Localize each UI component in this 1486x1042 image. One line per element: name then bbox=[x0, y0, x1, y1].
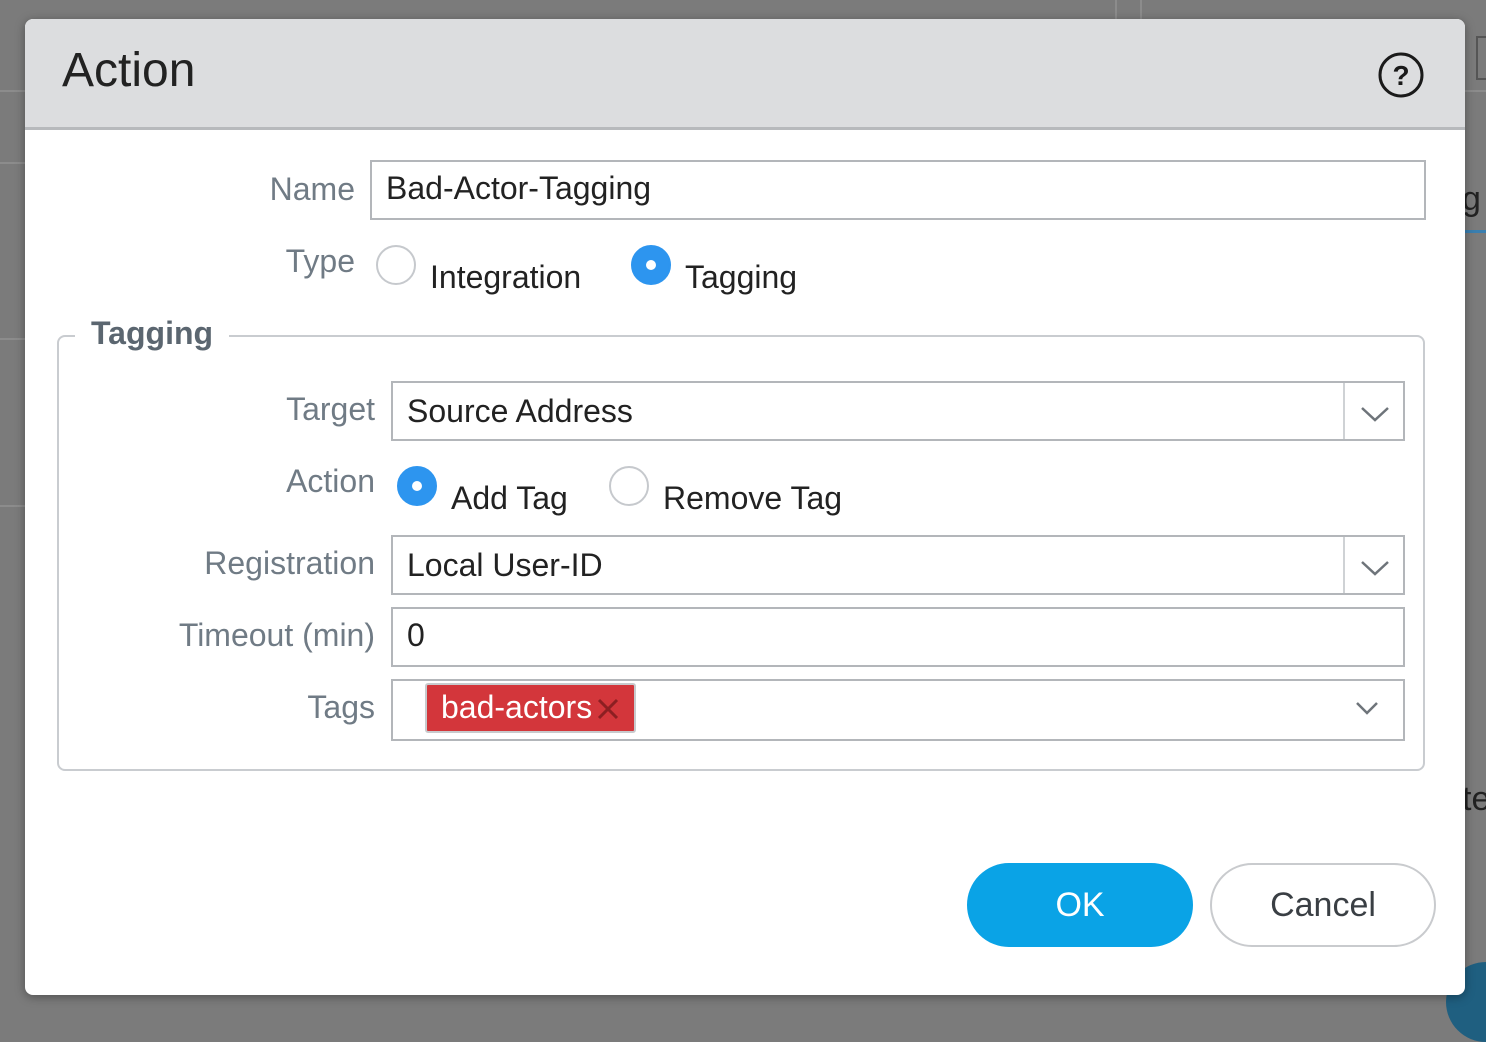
background-divider bbox=[0, 338, 25, 340]
action-dialog: Action ? Name Bad-Actor-Tagging Type Int… bbox=[25, 19, 1465, 995]
chevron-down-icon bbox=[1361, 407, 1389, 422]
action-label: Action bbox=[286, 463, 375, 499]
cancel-button[interactable]: Cancel bbox=[1210, 863, 1436, 947]
tag-chip: bad-actors bbox=[425, 683, 637, 733]
target-select-value: Source Address bbox=[407, 393, 633, 429]
action-add-tag-radio[interactable] bbox=[397, 466, 437, 506]
background-divider bbox=[1465, 90, 1486, 92]
question-circle-icon[interactable]: ? bbox=[1377, 51, 1425, 99]
type-tagging-radio[interactable] bbox=[631, 245, 671, 285]
name-label: Name bbox=[269, 171, 355, 207]
name-input[interactable]: Bad-Actor-Tagging bbox=[370, 160, 1426, 220]
dialog-header: Action ? bbox=[25, 19, 1465, 130]
timeout-input[interactable]: 0 bbox=[391, 607, 1405, 667]
registration-label: Registration bbox=[204, 545, 375, 581]
background-text: te bbox=[1462, 780, 1486, 818]
tagging-legend: Tagging bbox=[75, 313, 230, 353]
tag-chip-label: bad-actors bbox=[441, 689, 593, 725]
target-select[interactable]: Source Address bbox=[391, 381, 1405, 441]
background-divider bbox=[1140, 0, 1142, 20]
target-dropdown-toggle[interactable] bbox=[1343, 383, 1403, 439]
registration-dropdown-toggle[interactable] bbox=[1343, 537, 1403, 593]
background-divider bbox=[0, 505, 25, 507]
action-remove-tag-label[interactable]: Remove Tag bbox=[663, 478, 842, 518]
registration-select[interactable]: Local User-ID bbox=[391, 535, 1405, 595]
dialog-title: Action bbox=[62, 44, 196, 97]
type-label: Type bbox=[285, 243, 355, 279]
type-integration-radio[interactable] bbox=[376, 245, 416, 285]
background-box bbox=[1476, 36, 1486, 80]
action-add-tag-label[interactable]: Add Tag bbox=[451, 478, 568, 518]
action-remove-tag-radio[interactable] bbox=[609, 466, 649, 506]
name-input-value: Bad-Actor-Tagging bbox=[386, 170, 652, 206]
tags-multiselect[interactable]: bad-actors bbox=[391, 679, 1405, 741]
ok-button[interactable]: OK bbox=[967, 863, 1193, 947]
background-divider bbox=[0, 90, 25, 92]
background-divider bbox=[1115, 0, 1117, 20]
target-label: Target bbox=[286, 391, 375, 427]
chevron-down-icon[interactable] bbox=[1355, 701, 1379, 715]
chevron-down-icon bbox=[1361, 561, 1389, 576]
tags-label: Tags bbox=[307, 689, 375, 725]
svg-text:?: ? bbox=[1392, 60, 1409, 91]
timeout-label: Timeout (min) bbox=[178, 617, 375, 653]
close-icon[interactable] bbox=[596, 697, 620, 721]
type-integration-label[interactable]: Integration bbox=[430, 257, 581, 297]
timeout-input-value: 0 bbox=[407, 617, 425, 653]
registration-select-value: Local User-ID bbox=[407, 547, 603, 583]
type-tagging-label[interactable]: Tagging bbox=[685, 257, 797, 297]
background-divider bbox=[1465, 230, 1486, 233]
background-divider bbox=[0, 162, 25, 164]
